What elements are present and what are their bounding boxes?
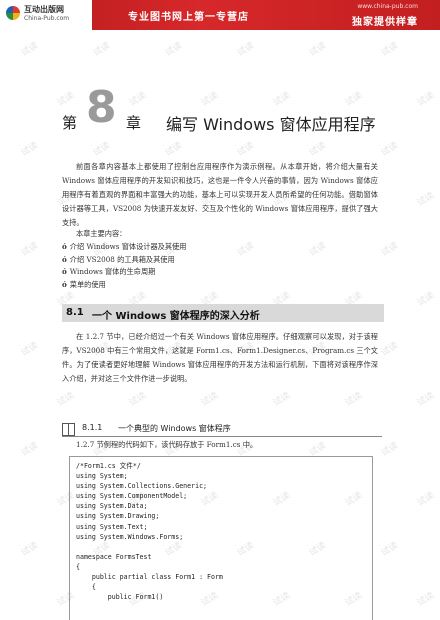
top-banner: 互动出版网 China-Pub.com 专业图书网上第一专营店 www.chin… bbox=[0, 0, 440, 30]
watermark-text: 试读 bbox=[415, 590, 437, 609]
watermark-text: 试读 bbox=[91, 40, 113, 59]
logo-mark-icon bbox=[6, 6, 20, 20]
watermark-text: 试读 bbox=[415, 90, 437, 109]
watermark-text: 试读 bbox=[379, 440, 401, 459]
watermark-text: 试读 bbox=[199, 390, 221, 409]
watermark-text: 试读 bbox=[379, 40, 401, 59]
section-number: 8.1 bbox=[66, 307, 84, 318]
list-item: ó 介绍 Windows 窗体设计器及其使用 bbox=[62, 242, 187, 251]
code-line: using System; bbox=[76, 472, 128, 481]
watermark-text: 试读 bbox=[271, 390, 293, 409]
code-line: namespace FormsTest bbox=[76, 552, 152, 561]
subsection-heading: 8.1.1 一个典型的 Windows 窗体程序 bbox=[62, 422, 382, 438]
watermark-text: 试读 bbox=[379, 540, 401, 559]
section-title: 一个 Windows 窗体程序的深入分析 bbox=[92, 311, 260, 322]
list-item: ó Windows 窗体的生命周期 bbox=[62, 267, 156, 276]
chapter-number: 8 bbox=[86, 82, 117, 133]
code-line: public Form1() bbox=[76, 593, 164, 602]
watermark-text: 试读 bbox=[307, 40, 329, 59]
code-line: using System.Drawing; bbox=[76, 512, 160, 521]
subsection-number: 8.1.1 bbox=[82, 423, 103, 432]
watermark-text: 试读 bbox=[415, 490, 437, 509]
book-icon bbox=[62, 423, 75, 436]
chapter-suffix: 章 bbox=[126, 114, 142, 132]
contents-list: ó 介绍 Windows 窗体设计器及其使用 ó 介绍 VS2008 的工具箱及其使… bbox=[62, 241, 186, 291]
watermark-text: 试读 bbox=[163, 140, 185, 159]
list-item: ó 菜单的使用 bbox=[62, 279, 106, 289]
code-line: using System.Data; bbox=[76, 502, 148, 511]
section-heading: 8.1 一个 Windows 窗体程序的深入分析 bbox=[62, 304, 384, 322]
watermark-text: 试读 bbox=[19, 240, 41, 259]
code-line: using System.Collections.Generic; bbox=[76, 482, 208, 491]
watermark-text: 试读 bbox=[91, 140, 113, 159]
contents-label: 本章主要内容： bbox=[76, 229, 127, 238]
chapter-title: 编写 Windows 窗体应用程序 bbox=[166, 115, 376, 134]
watermark-text: 试读 bbox=[19, 40, 41, 59]
section-paragraph: 在 1.2.7 节中，已经介绍过一个有关 Windows 窗体应用程序。仔细观察… bbox=[62, 332, 378, 383]
code-line: using System.ComponentModel; bbox=[76, 492, 188, 501]
bullet-icon: ó bbox=[62, 242, 67, 251]
watermark-text: 试读 bbox=[235, 140, 257, 159]
banner-url[interactable]: www.china-pub.com bbox=[357, 3, 418, 10]
watermark-text: 试读 bbox=[415, 390, 437, 409]
code-listing: /*Form1.cs 文件*/ using System; using Syst… bbox=[69, 456, 373, 620]
watermark-text: 试读 bbox=[235, 240, 257, 259]
watermark-text: 试读 bbox=[379, 240, 401, 259]
watermark-text: 试读 bbox=[19, 140, 41, 159]
chapter-heading: 第 8 章 编写 Windows 窗体应用程序 bbox=[62, 86, 402, 135]
watermark-text: 试读 bbox=[235, 40, 257, 59]
list-item: ó 介绍 VS2008 的工具箱及其使用 bbox=[62, 254, 175, 264]
intro-paragraph: 前面各章内容基本上都使用了控制台应用程序作为演示例程。从本章开始，将介绍大量有关… bbox=[62, 162, 378, 227]
watermark-text: 试读 bbox=[19, 440, 41, 459]
watermark-text: 试读 bbox=[163, 40, 185, 59]
subsection-title: 一个典型的 Windows 窗体程序 bbox=[118, 424, 231, 433]
chapter-prefix: 第 bbox=[62, 114, 78, 132]
watermark-text: 试读 bbox=[55, 390, 77, 409]
watermark-text: 试读 bbox=[343, 390, 365, 409]
watermark-text: 试读 bbox=[415, 190, 437, 209]
code-line: using System.Text; bbox=[76, 522, 148, 531]
bullet-icon: ó bbox=[62, 279, 67, 289]
code-line: /*Form1.cs 文件*/ bbox=[76, 462, 141, 470]
bullet-icon: ó bbox=[62, 267, 67, 276]
watermark-text: 试读 bbox=[379, 340, 401, 359]
watermark-text: 试读 bbox=[307, 240, 329, 259]
code-intro-text: 1.2.7 节例程的代码如下，该代码存放于 Form1.cs 中。 bbox=[76, 440, 258, 449]
watermark-text: 试读 bbox=[127, 390, 149, 409]
banner-slogan: 专业图书网上第一专营店 bbox=[128, 12, 249, 23]
code-line: public partial class Form1 : Form bbox=[76, 573, 223, 582]
watermark-text: 试读 bbox=[379, 140, 401, 159]
logo-subtext: China-Pub.com bbox=[24, 15, 70, 22]
watermark-text: 试读 bbox=[19, 340, 41, 359]
banner-sample-label: 独家提供样章 bbox=[352, 17, 418, 28]
subsection-underline bbox=[62, 436, 382, 437]
watermark-text: 试读 bbox=[307, 140, 329, 159]
watermark-text: 试读 bbox=[19, 540, 41, 559]
code-line: { bbox=[76, 583, 96, 592]
publisher-logo[interactable]: 互动出版网 China-Pub.com bbox=[0, 0, 92, 30]
code-line: using System.Windows.Forms; bbox=[76, 532, 184, 541]
watermark-text: 试读 bbox=[415, 290, 437, 309]
code-line: { bbox=[76, 562, 80, 571]
bullet-icon: ó bbox=[62, 254, 67, 264]
logo-text: 互动出版网 bbox=[24, 5, 64, 14]
